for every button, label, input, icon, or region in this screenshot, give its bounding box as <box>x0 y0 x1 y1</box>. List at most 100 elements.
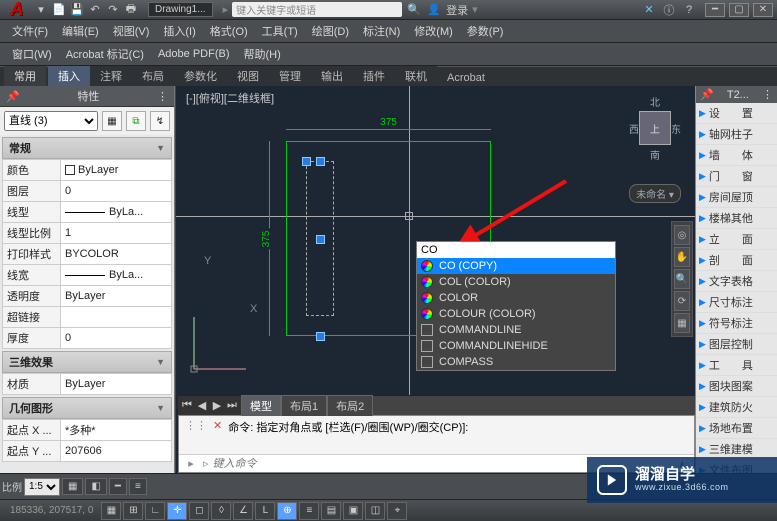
prop-value[interactable]: BYCOLOR <box>61 244 172 265</box>
qp-ltype-icon[interactable]: ━ <box>109 478 127 495</box>
autocomplete-item[interactable]: COLOUR (COLOR) <box>417 306 615 322</box>
tool-palette-item[interactable]: ▶建筑防火 <box>696 397 777 418</box>
ribbon-tab[interactable]: 注释 <box>90 66 132 86</box>
qat-open-icon[interactable]: 📄 <box>52 3 66 17</box>
properties-header[interactable]: 📌 特性 ⋮ <box>0 86 174 107</box>
tool-palette-item[interactable]: ▶工 具 <box>696 355 777 376</box>
app-logo[interactable]: A <box>4 0 30 20</box>
tool-palette-item[interactable]: ▶楼梯其他 <box>696 208 777 229</box>
menu-item[interactable]: 标注(N) <box>357 22 406 40</box>
ribbon-tab[interactable]: 输出 <box>311 66 353 86</box>
menu-item[interactable]: Acrobat 标记(C) <box>60 45 150 63</box>
prop-value[interactable]: ByLayer <box>61 160 172 181</box>
close-icon[interactable]: ⋮ <box>762 88 773 101</box>
lwt-toggle[interactable]: ≡ <box>299 502 319 520</box>
prop-value[interactable] <box>61 307 172 328</box>
tpy-toggle[interactable]: ▤ <box>321 502 341 520</box>
tool-palette-item[interactable]: ▶剖 面 <box>696 250 777 271</box>
showmotion-icon[interactable]: ▦ <box>674 313 690 333</box>
maximize-button[interactable]: ▢ <box>729 3 749 17</box>
tab-prev-icon[interactable]: ◀ <box>195 399 209 412</box>
autocomplete-item[interactable]: COLOR <box>417 290 615 306</box>
prop-value[interactable]: 0 <box>61 181 172 202</box>
ribbon-tab[interactable]: 常用 <box>4 66 46 86</box>
document-tab[interactable]: Drawing1... <box>148 2 213 17</box>
zoom-extents-icon[interactable]: 🔍 <box>674 269 690 289</box>
menu-item[interactable]: 帮助(H) <box>238 45 287 63</box>
autocomplete-item[interactable]: COMMANDLINEHIDE <box>417 338 615 354</box>
ducs-toggle[interactable]: L <box>255 502 275 520</box>
osnap-toggle[interactable]: ◻ <box>189 502 209 520</box>
qp-color-icon[interactable]: ◧ <box>85 478 106 495</box>
cmd-grip-icon[interactable]: ⋮⋮ <box>185 419 207 432</box>
ribbon-tab[interactable]: 布局 <box>132 66 174 86</box>
tab-next-icon[interactable]: ▶ <box>210 399 224 412</box>
am-toggle[interactable]: ⌖ <box>387 502 407 520</box>
tool-palette-item[interactable]: ▶轴网柱子 <box>696 124 777 145</box>
ortho-toggle[interactable]: ∟ <box>145 502 165 520</box>
coordinates-readout[interactable]: 185336, 207517, 0 <box>10 505 93 516</box>
navwheel-icon[interactable]: ◎ <box>674 225 690 245</box>
pickadd-icon[interactable]: ↯ <box>150 111 170 131</box>
tool-palette-item[interactable]: ▶设 置 <box>696 103 777 124</box>
pan-icon[interactable]: ✋ <box>674 247 690 267</box>
qp-layer-icon[interactable]: ▦ <box>62 478 83 495</box>
qat-new-icon[interactable]: ▾ <box>34 3 48 17</box>
tool-palette-item[interactable]: ▶立 面 <box>696 229 777 250</box>
menu-item[interactable]: Adobe PDF(B) <box>152 47 236 61</box>
prop-value[interactable]: 0 <box>61 328 172 349</box>
qat-print-icon[interactable]: 🖶 <box>124 3 138 17</box>
qat-undo-icon[interactable]: ↶ <box>88 3 102 17</box>
ribbon-tab[interactable]: Acrobat <box>437 70 495 86</box>
qp-lweight-icon[interactable]: ≡ <box>129 478 147 495</box>
tool-palette-item[interactable]: ▶场地布置 <box>696 418 777 439</box>
prop-value[interactable]: ByLayer <box>61 286 172 307</box>
help-search[interactable]: 键入关键字或短语 <box>232 2 402 17</box>
category-geometry[interactable]: 几何图形▼ <box>2 397 172 419</box>
ribbon-tab[interactable]: 视图 <box>227 66 269 86</box>
grip[interactable] <box>302 157 311 166</box>
viewcube[interactable]: 北 西 上 东 南 未命名 ▾ <box>629 94 681 203</box>
qat-save-icon[interactable]: 💾 <box>70 3 84 17</box>
quick-select-icon[interactable]: ▦ <box>102 111 122 131</box>
help-icon[interactable]: ? <box>681 2 697 18</box>
prop-value[interactable]: ByLayer <box>61 374 172 395</box>
qp-toggle[interactable]: ▣ <box>343 502 363 520</box>
grip[interactable] <box>316 332 325 341</box>
menu-item[interactable]: 窗口(W) <box>6 45 58 63</box>
selection-type-select[interactable]: 直线 (3) <box>4 111 98 131</box>
ribbon-tab[interactable]: 插入 <box>48 66 90 86</box>
menu-item[interactable]: 插入(I) <box>157 22 201 40</box>
user-icon[interactable]: 👤 <box>426 2 442 18</box>
tab-last-icon[interactable]: ⏭ <box>225 399 239 412</box>
close-icon[interactable]: ✕ <box>213 419 222 432</box>
menu-item[interactable]: 工具(T) <box>256 22 304 40</box>
menu-item[interactable]: 修改(M) <box>408 22 459 40</box>
layout-tab[interactable]: 布局2 <box>327 395 373 416</box>
tool-palette-item[interactable]: ▶图层控制 <box>696 334 777 355</box>
ucs-unnamed-pill[interactable]: 未命名 ▾ <box>629 184 681 203</box>
tab-first-icon[interactable]: ⏮ <box>180 399 194 412</box>
prop-value[interactable]: *多种* <box>61 420 172 441</box>
tool-palette-item[interactable]: ▶符号标注 <box>696 313 777 334</box>
menu-item[interactable]: 文件(F) <box>6 22 54 40</box>
ribbon-tab[interactable]: 管理 <box>269 66 311 86</box>
help-circle-icon[interactable]: ⓘ <box>661 2 677 18</box>
menu-item[interactable]: 绘图(D) <box>306 22 355 40</box>
tool-palette-item[interactable]: ▶尺寸标注 <box>696 292 777 313</box>
category-3d[interactable]: 三维效果▼ <box>2 351 172 373</box>
category-general[interactable]: 常规▼ <box>2 137 172 159</box>
pin-icon[interactable]: 📌 <box>6 90 20 103</box>
tool-palette-item[interactable]: ▶文字表格 <box>696 271 777 292</box>
3dosnap-toggle[interactable]: ◊ <box>211 502 231 520</box>
snap-toggle[interactable]: ▦ <box>101 502 121 520</box>
search-button-icon[interactable]: 🔍 <box>406 2 422 18</box>
dynamic-input-field[interactable] <box>417 242 615 258</box>
select-objects-icon[interactable]: ⧉ <box>126 111 146 131</box>
scale-select[interactable]: 1:5 <box>24 478 60 496</box>
layout-tab[interactable]: 布局1 <box>281 395 327 416</box>
menu-item[interactable]: 编辑(E) <box>56 22 105 40</box>
prop-value[interactable]: 1 <box>61 223 172 244</box>
menu-item[interactable]: 格式(O) <box>204 22 254 40</box>
menu-item[interactable]: 参数(P) <box>461 22 510 40</box>
